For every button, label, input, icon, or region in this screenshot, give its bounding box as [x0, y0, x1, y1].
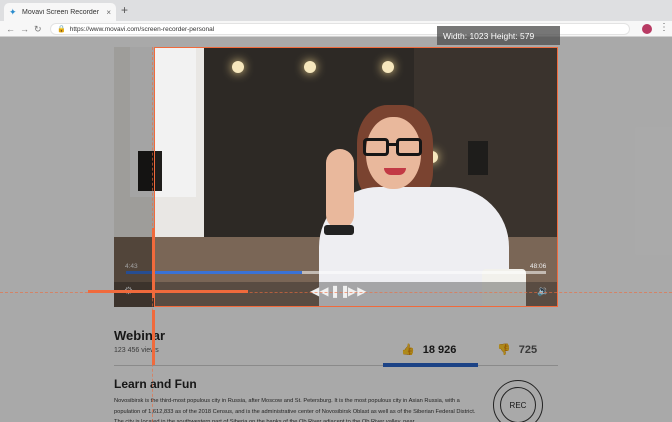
capture-dim-overlay [0, 37, 672, 47]
back-icon[interactable]: ← [6, 23, 15, 35]
tab-movavi[interactable]: ✦ Movavi Screen Recorder × [4, 3, 116, 21]
lock-icon: 🔒 [57, 26, 66, 33]
tab-bar: ✦ Movavi Screen Recorder × + [0, 0, 672, 21]
browser-menu-icon[interactable]: ⋮ [659, 22, 669, 33]
forward-icon[interactable]: → [20, 23, 29, 35]
capture-crosshair[interactable] [152, 228, 155, 298]
tab-title: Movavi Screen Recorder [22, 8, 100, 16]
capture-dim-overlay [0, 47, 154, 422]
movavi-logo-icon: ✦ [9, 6, 17, 17]
capture-crosshair[interactable] [152, 310, 155, 365]
new-tab-button[interactable]: + [121, 4, 128, 16]
capture-size-label: Width: 1023 Height: 579 [437, 26, 560, 45]
capture-crosshair[interactable] [88, 290, 248, 293]
reload-icon[interactable]: ↻ [34, 23, 42, 35]
capture-dim-overlay [558, 47, 672, 422]
url-text: https://www.movavi.com/screen-recorder-p… [69, 25, 215, 33]
capture-dim-overlay [154, 307, 558, 422]
extension-icon[interactable] [642, 24, 652, 34]
capture-selection-frame[interactable] [154, 47, 558, 307]
address-bar-row: ← → ↻ 🔒 https://www.movavi.com/screen-re… [0, 21, 672, 37]
close-tab-icon[interactable]: × [106, 8, 111, 17]
